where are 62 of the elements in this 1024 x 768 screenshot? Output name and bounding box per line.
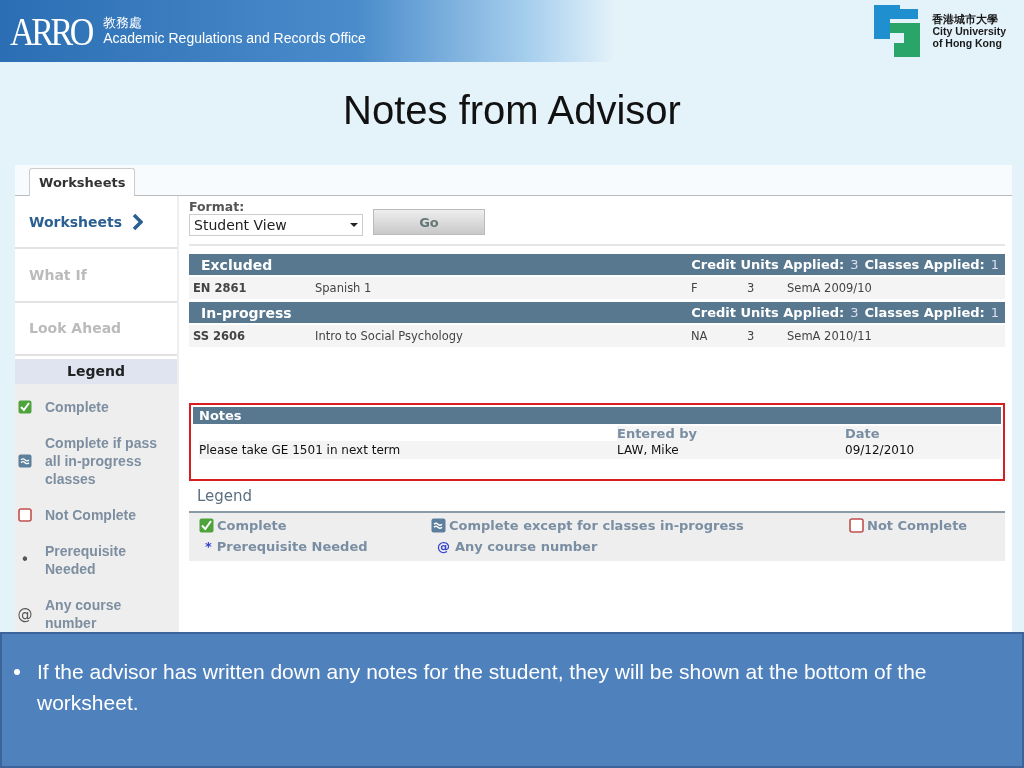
asterisk-icon: * bbox=[199, 539, 214, 554]
legend-label: Complete except for classes in-progress bbox=[449, 518, 744, 533]
term: SemA 2009/10 bbox=[787, 281, 873, 295]
caret-icon bbox=[350, 223, 358, 227]
credit-units-value: 3 bbox=[850, 305, 859, 320]
office-logo: ARRO bbox=[10, 7, 91, 55]
office-name: Academic Regulations and Records Office bbox=[103, 30, 366, 47]
empty-square-icon bbox=[849, 518, 864, 533]
legend-label: Prerequisite Needed bbox=[45, 542, 127, 578]
note-text: Please take GE 1501 in next term bbox=[199, 441, 617, 459]
format-dropdown[interactable]: Student View bbox=[189, 214, 363, 236]
university-chinese-name: 香港城市大學 bbox=[932, 13, 1000, 25]
approx-icon bbox=[18, 454, 32, 468]
legend-label: Any course number bbox=[45, 596, 123, 632]
go-button[interactable]: Go bbox=[373, 209, 485, 235]
section-title: In-progress bbox=[201, 304, 292, 321]
classes-applied-label: Classes Applied: bbox=[864, 305, 985, 320]
legend-label: Complete bbox=[45, 398, 109, 416]
credit-units-value: 3 bbox=[850, 257, 859, 272]
checkmark-icon bbox=[199, 518, 214, 533]
credit-units-label: Credit Units Applied: bbox=[691, 257, 845, 272]
classes-applied-value: 1 bbox=[990, 305, 999, 320]
column-header: Entered by bbox=[617, 426, 845, 441]
dot-icon: • bbox=[20, 551, 30, 569]
format-label: Format: bbox=[189, 199, 246, 214]
at-sign-icon: @ bbox=[17, 605, 33, 623]
legend-label: Not Complete bbox=[867, 518, 968, 533]
legend-heading: Legend bbox=[15, 359, 177, 384]
section-title: Excluded bbox=[201, 256, 273, 273]
course-code: EN 2861 bbox=[193, 281, 248, 295]
legend-label: Complete if pass all in-progress classes bbox=[45, 434, 159, 488]
course-title: Intro to Social Psychology bbox=[315, 329, 464, 343]
term: SemA 2010/11 bbox=[787, 329, 873, 343]
grade: F bbox=[691, 281, 699, 295]
column-header: Date bbox=[845, 426, 1001, 441]
bullet-text: If the advisor has written down any notes for the student, they will be shown at the bottom of the worksheet. bbox=[37, 659, 928, 716]
approx-icon bbox=[431, 518, 446, 533]
legend-label: Prerequisite Needed bbox=[216, 539, 368, 554]
course-title: Spanish 1 bbox=[315, 281, 373, 295]
at-sign-icon: @ bbox=[431, 539, 452, 554]
credit-units: 3 bbox=[747, 281, 756, 295]
slide-title: Notes from Advisor bbox=[343, 88, 681, 134]
university-name: City University bbox=[932, 25, 1006, 37]
tab[interactable]: Worksheets bbox=[29, 168, 136, 196]
classes-applied-label: Classes Applied: bbox=[864, 257, 985, 272]
legend-label: Complete bbox=[217, 518, 287, 533]
grade: NA bbox=[691, 329, 709, 343]
notes-header: Notes bbox=[193, 407, 1001, 424]
classes-applied-value: 1 bbox=[990, 257, 999, 272]
bullet-icon bbox=[14, 669, 20, 675]
entered-by: LAW, Mike bbox=[617, 441, 845, 459]
checkmark-icon bbox=[18, 400, 32, 414]
credit-units-label: Credit Units Applied: bbox=[691, 305, 845, 320]
chevron-right-icon bbox=[132, 212, 144, 231]
course-code: SS 2606 bbox=[193, 329, 247, 343]
empty-square-icon bbox=[18, 508, 32, 522]
legend-label: Any course number bbox=[455, 539, 598, 554]
note-date: 09/12/2010 bbox=[845, 441, 1001, 459]
university-name: of Hong Kong bbox=[932, 37, 1003, 49]
credit-units: 3 bbox=[747, 329, 756, 343]
legend-label: Not Complete bbox=[45, 506, 136, 524]
office-chinese-name: 教務處 bbox=[103, 15, 144, 30]
